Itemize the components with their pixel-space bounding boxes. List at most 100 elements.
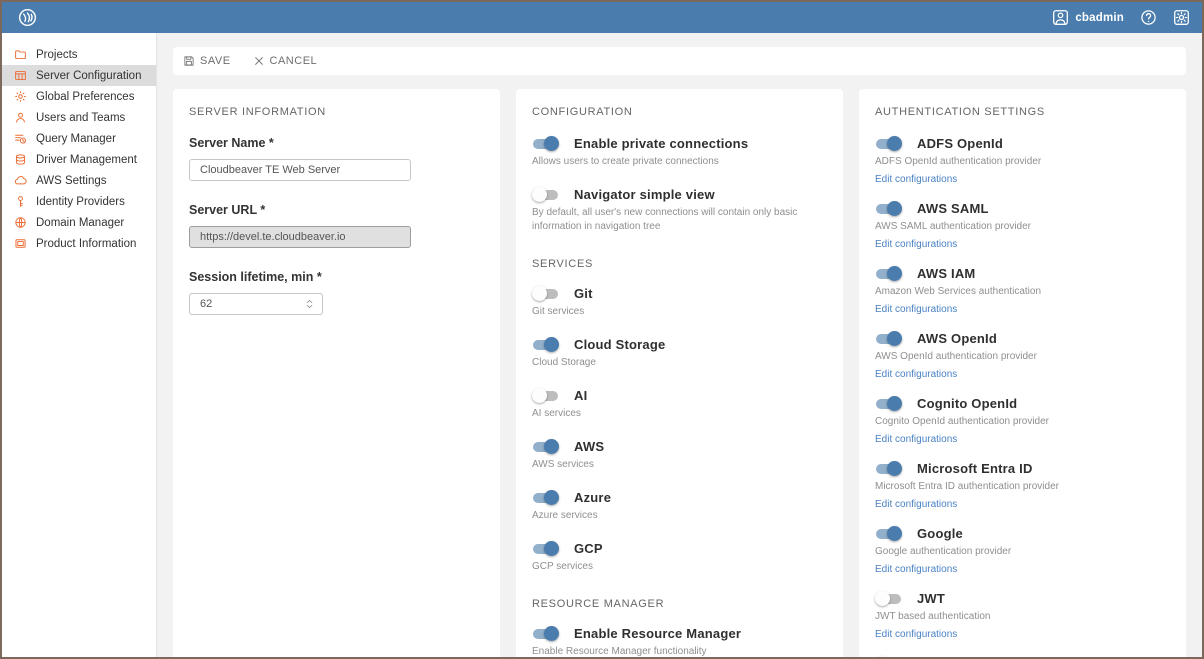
server-url-input bbox=[189, 226, 411, 248]
settings-columns: SERVER INFORMATION Server Name * Server … bbox=[173, 89, 1186, 657]
toggle-switch[interactable] bbox=[875, 526, 902, 541]
services-title: SERVICES bbox=[532, 258, 594, 270]
save-button[interactable]: SAVE bbox=[183, 55, 231, 67]
auth-provider-label: Cognito OpenId bbox=[917, 396, 1018, 411]
session-lifetime-label: Session lifetime, min * bbox=[189, 270, 322, 284]
sidebar-item-label: Driver Management bbox=[36, 153, 137, 166]
sidebar-item[interactable]: Query Manager bbox=[2, 128, 156, 149]
toggle-switch[interactable] bbox=[875, 461, 902, 476]
auth-provider-label: JWT bbox=[917, 591, 946, 606]
user-menu[interactable]: cbadmin bbox=[1052, 9, 1124, 26]
server-url-field: Server URL * bbox=[189, 203, 484, 248]
username: cbadmin bbox=[1075, 11, 1124, 24]
toggle-label: Git bbox=[574, 286, 593, 301]
toggle-switch[interactable] bbox=[532, 187, 559, 202]
toggle-switch[interactable] bbox=[532, 388, 559, 403]
sidebar-item[interactable]: Product Information bbox=[2, 233, 156, 254]
toggle-switch[interactable] bbox=[532, 286, 559, 301]
authentication-settings-card: AUTHENTICATION SETTINGS ADFS OpenId ADFS… bbox=[859, 89, 1186, 657]
toggle-description: AI services bbox=[532, 408, 581, 419]
toggle-switch[interactable] bbox=[875, 656, 902, 657]
toggle-switch[interactable] bbox=[532, 490, 559, 505]
toggle-description: GCP services bbox=[532, 561, 593, 572]
toggle-description: Enable Resource Manager functionality bbox=[532, 646, 707, 657]
resource-manager-toggles: Enable Resource Manager Enable Resource … bbox=[532, 626, 827, 657]
edit-configurations-link[interactable]: Edit configurations bbox=[875, 434, 957, 445]
sidebar-item-icon bbox=[14, 48, 27, 61]
toggle-switch[interactable] bbox=[532, 136, 559, 151]
edit-configurations-link[interactable]: Edit configurations bbox=[875, 629, 957, 640]
sidebar-item-icon bbox=[14, 69, 27, 82]
save-icon bbox=[183, 55, 195, 67]
sidebar-item-label: Identity Providers bbox=[36, 195, 125, 208]
edit-configurations-link[interactable]: Edit configurations bbox=[875, 564, 957, 575]
sidebar-item[interactable]: Server Configuration bbox=[2, 65, 156, 86]
cancel-button[interactable]: CANCEL bbox=[253, 55, 318, 67]
server-information-card: SERVER INFORMATION Server Name * Server … bbox=[173, 89, 500, 657]
sidebar-item-icon bbox=[14, 237, 27, 250]
auth-provider-description: ADFS OpenId authentication provider bbox=[875, 156, 1042, 167]
topbar: cbadmin bbox=[2, 2, 1202, 33]
help-icon bbox=[1140, 9, 1157, 26]
auth-provider-label: AWS SAML bbox=[917, 201, 989, 216]
server-url-label: Server URL * bbox=[189, 203, 266, 217]
toggle-block: AI AI services bbox=[532, 388, 827, 421]
auth-provider-label: Microsoft Entra ID bbox=[917, 461, 1033, 476]
auth-provider-description: AWS OpenId authentication provider bbox=[875, 351, 1037, 362]
edit-configurations-link[interactable]: Edit configurations bbox=[875, 304, 957, 315]
auth-providers: ADFS OpenId ADFS OpenId authentication p… bbox=[875, 136, 1170, 657]
edit-configurations-link[interactable]: Edit configurations bbox=[875, 239, 957, 250]
sidebar-item-label: AWS Settings bbox=[36, 174, 107, 187]
server-name-label: Server Name * bbox=[189, 136, 274, 150]
edit-configurations-link[interactable]: Edit configurations bbox=[875, 174, 957, 185]
toggle-label: Navigator simple view bbox=[574, 187, 715, 202]
toggle-block: Git Git services bbox=[532, 286, 827, 319]
toggle-label: GCP bbox=[574, 541, 603, 556]
toggle-switch[interactable] bbox=[875, 266, 902, 281]
toggle-label: Enable private connections bbox=[574, 136, 749, 151]
main-content: SAVE CANCEL SERVER INFORMATION Server Na… bbox=[157, 33, 1202, 657]
resource-manager-title: RESOURCE MANAGER bbox=[532, 598, 665, 610]
sidebar-item[interactable]: AWS Settings bbox=[2, 170, 156, 191]
sidebar-item-icon bbox=[14, 153, 27, 166]
auth-provider-block: AWS SAML AWS SAML authentication provide… bbox=[875, 201, 1170, 252]
toggle-switch[interactable] bbox=[875, 591, 902, 606]
toggle-description: Allows users to create private connectio… bbox=[532, 156, 719, 167]
toggle-switch[interactable] bbox=[875, 201, 902, 216]
session-lifetime-input[interactable] bbox=[189, 293, 323, 315]
toggle-switch[interactable] bbox=[532, 439, 559, 454]
sidebar-item[interactable]: Global Preferences bbox=[2, 86, 156, 107]
edit-configurations-link[interactable]: Edit configurations bbox=[875, 499, 957, 510]
authentication-settings-title: AUTHENTICATION SETTINGS bbox=[875, 106, 1045, 118]
server-information-title: SERVER INFORMATION bbox=[189, 106, 326, 118]
topbar-actions: cbadmin bbox=[1052, 9, 1190, 26]
toggle-block: AWS AWS services bbox=[532, 439, 827, 472]
auth-provider-block: Cognito OpenId Cognito OpenId authentica… bbox=[875, 396, 1170, 447]
toggle-switch[interactable] bbox=[875, 136, 902, 151]
toggle-label: Enable Resource Manager bbox=[574, 626, 742, 641]
number-stepper-icon[interactable] bbox=[304, 297, 315, 311]
sidebar-item[interactable]: Users and Teams bbox=[2, 107, 156, 128]
help-button[interactable] bbox=[1140, 9, 1157, 26]
sidebar-item[interactable]: Domain Manager bbox=[2, 212, 156, 233]
sidebar-item[interactable]: Projects bbox=[2, 44, 156, 65]
edit-configurations-link[interactable]: Edit configurations bbox=[875, 369, 957, 380]
sidebar-item-icon bbox=[14, 216, 27, 229]
toggle-switch[interactable] bbox=[532, 626, 559, 641]
sidebar-item-label: Product Information bbox=[36, 237, 137, 250]
toggle-block: Enable private connections Allows users … bbox=[532, 136, 827, 169]
administration-settings-button[interactable] bbox=[1173, 9, 1190, 26]
toggle-switch[interactable] bbox=[875, 396, 902, 411]
toggle-switch[interactable] bbox=[875, 331, 902, 346]
toggle-switch[interactable] bbox=[532, 541, 559, 556]
auth-provider-description: Cognito OpenId authentication provider bbox=[875, 416, 1050, 427]
services-toggles: Git Git services Cloud Storage Cloud Sto… bbox=[532, 286, 827, 574]
toggle-block: Enable Resource Manager Enable Resource … bbox=[532, 626, 827, 657]
toggle-switch[interactable] bbox=[532, 337, 559, 352]
server-name-input[interactable] bbox=[189, 159, 411, 181]
configuration-card: CONFIGURATION Enable private connections… bbox=[516, 89, 843, 657]
sidebar-item[interactable]: Identity Providers bbox=[2, 191, 156, 212]
configuration-toggles: Enable private connections Allows users … bbox=[532, 136, 827, 234]
auth-provider-label: AWS IAM bbox=[917, 266, 976, 281]
sidebar-item[interactable]: Driver Management bbox=[2, 149, 156, 170]
